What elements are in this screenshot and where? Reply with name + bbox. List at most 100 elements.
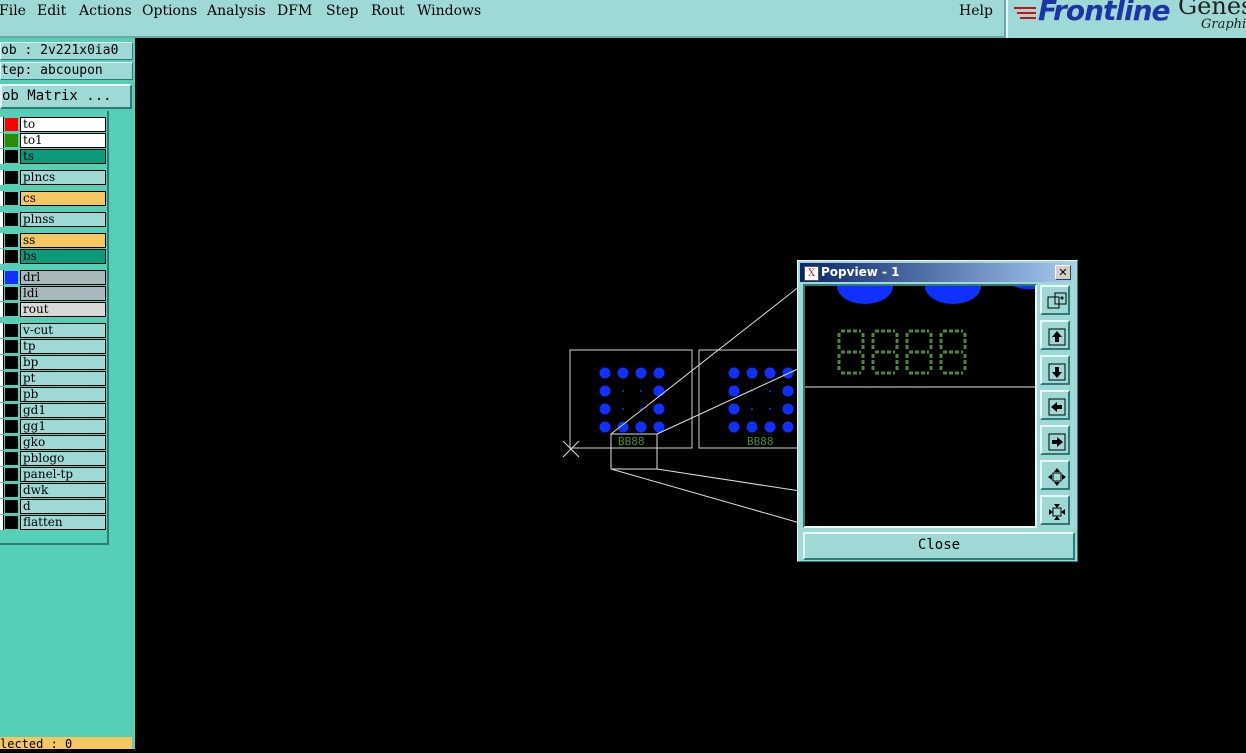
layer-color-swatch[interactable] <box>5 250 18 263</box>
layer-row-cs[interactable]: cs <box>0 191 106 206</box>
layer-label[interactable]: ldi <box>20 286 106 301</box>
layer-color-swatch[interactable] <box>5 404 18 417</box>
layer-checkbox[interactable] <box>0 212 4 227</box>
layer-row-ldi[interactable]: ldi <box>0 286 106 301</box>
layer-color-swatch[interactable] <box>5 468 18 481</box>
layer-row-bp[interactable]: bp <box>0 355 106 370</box>
layer-row-tp[interactable]: tp <box>0 339 106 354</box>
layer-color-swatch[interactable] <box>5 303 18 316</box>
layer-row-v-cut[interactable]: v-cut <box>0 323 106 338</box>
layer-checkbox[interactable] <box>0 133 4 148</box>
close-icon[interactable]: ✕ <box>1055 265 1071 280</box>
window-system-icon[interactable]: X <box>804 266 819 281</box>
layer-row-rout[interactable]: rout <box>0 302 106 317</box>
layer-row-to1[interactable]: to1 <box>0 133 106 148</box>
layer-label[interactable]: d <box>20 499 106 514</box>
layer-color-swatch[interactable] <box>5 287 18 300</box>
layer-label[interactable]: cs <box>20 191 106 206</box>
layer-label[interactable]: to <box>20 117 106 132</box>
layer-row-gd1[interactable]: gd1 <box>0 403 106 418</box>
zoom-box-button[interactable] <box>1040 285 1070 315</box>
layer-color-swatch[interactable] <box>5 234 18 247</box>
layer-row-pb[interactable]: pb <box>0 387 106 402</box>
layer-row-plncs[interactable]: plncs <box>0 170 106 185</box>
layer-checkbox[interactable] <box>0 249 4 264</box>
menu-step[interactable]: Step <box>326 3 358 19</box>
layer-color-swatch[interactable] <box>5 372 18 385</box>
layer-color-swatch[interactable] <box>5 213 18 226</box>
layer-checkbox[interactable] <box>0 355 4 370</box>
layer-checkbox[interactable] <box>0 435 4 450</box>
popview-close-button[interactable]: Close <box>803 532 1075 560</box>
layer-row-plnss[interactable]: plnss <box>0 212 106 227</box>
layer-checkbox[interactable] <box>0 403 4 418</box>
layer-label[interactable]: pt <box>20 371 106 386</box>
layer-checkbox[interactable] <box>0 270 4 285</box>
layer-checkbox[interactable] <box>0 286 4 301</box>
layer-checkbox[interactable] <box>0 467 4 482</box>
menu-windows[interactable]: Windows <box>417 3 481 19</box>
menu-rout[interactable]: Rout <box>371 3 405 19</box>
menu-file[interactable]: File <box>0 3 26 19</box>
layer-checkbox[interactable] <box>0 191 4 206</box>
pan-up-button[interactable] <box>1040 320 1070 350</box>
layer-color-swatch[interactable] <box>5 452 18 465</box>
layer-label[interactable]: gg1 <box>20 419 106 434</box>
job-matrix-button[interactable]: ob Matrix ... <box>0 84 132 109</box>
layer-row-ts[interactable]: ts <box>0 149 106 164</box>
layer-color-swatch[interactable] <box>5 118 18 131</box>
layer-label[interactable]: flatten <box>20 515 106 530</box>
layer-color-swatch[interactable] <box>5 134 18 147</box>
pan-right-button[interactable] <box>1040 425 1070 455</box>
layer-label[interactable]: ss <box>20 233 106 248</box>
layer-row-bs[interactable]: bs <box>0 249 106 264</box>
layer-label[interactable]: pb <box>20 387 106 402</box>
layer-row-ss[interactable]: ss <box>0 233 106 248</box>
layer-label[interactable]: panel-tp <box>20 467 106 482</box>
layer-label[interactable]: plnss <box>20 212 106 227</box>
layer-color-swatch[interactable] <box>5 150 18 163</box>
layer-label[interactable]: v-cut <box>20 323 106 338</box>
layer-label[interactable]: tp <box>20 339 106 354</box>
zoom-fit-button[interactable] <box>1040 495 1070 525</box>
layer-label[interactable]: plncs <box>20 170 106 185</box>
menu-edit[interactable]: Edit <box>37 3 66 19</box>
graphic-canvas[interactable]: BB88 BB88 <box>135 38 1246 749</box>
popview-viewport[interactable] <box>803 284 1045 528</box>
layer-checkbox[interactable] <box>0 339 4 354</box>
layer-label[interactable]: dwk <box>20 483 106 498</box>
menu-dfm[interactable]: DFM <box>277 3 312 19</box>
layer-row-dwk[interactable]: dwk <box>0 483 106 498</box>
layer-color-swatch[interactable] <box>5 356 18 369</box>
layer-color-swatch[interactable] <box>5 271 18 284</box>
layer-color-swatch[interactable] <box>5 420 18 433</box>
layer-color-swatch[interactable] <box>5 500 18 513</box>
layer-row-to[interactable]: to <box>0 117 106 132</box>
layer-checkbox[interactable] <box>0 499 4 514</box>
layer-checkbox[interactable] <box>0 451 4 466</box>
layer-row-drl[interactable]: drl <box>0 270 106 285</box>
layer-label[interactable]: ts <box>20 149 106 164</box>
layer-color-swatch[interactable] <box>5 388 18 401</box>
layer-color-swatch[interactable] <box>5 324 18 337</box>
menu-analysis[interactable]: Analysis <box>207 3 266 19</box>
layer-label[interactable]: bp <box>20 355 106 370</box>
layer-color-swatch[interactable] <box>5 171 18 184</box>
layer-checkbox[interactable] <box>0 371 4 386</box>
layer-row-gko[interactable]: gko <box>0 435 106 450</box>
layer-row-panel-tp[interactable]: panel-tp <box>0 467 106 482</box>
layer-checkbox[interactable] <box>0 170 4 185</box>
menu-options[interactable]: Options <box>142 3 197 19</box>
layer-checkbox[interactable] <box>0 233 4 248</box>
layer-color-swatch[interactable] <box>5 516 18 529</box>
layer-label[interactable]: gd1 <box>20 403 106 418</box>
layer-row-d[interactable]: d <box>0 499 106 514</box>
layer-label[interactable]: rout <box>20 302 106 317</box>
menu-actions[interactable]: Actions <box>79 3 132 19</box>
menu-help[interactable]: Help <box>959 3 993 19</box>
layer-label[interactable]: drl <box>20 270 106 285</box>
layer-row-flatten[interactable]: flatten <box>0 515 106 530</box>
layer-checkbox[interactable] <box>0 483 4 498</box>
layer-color-swatch[interactable] <box>5 484 18 497</box>
pan-down-button[interactable] <box>1040 355 1070 385</box>
